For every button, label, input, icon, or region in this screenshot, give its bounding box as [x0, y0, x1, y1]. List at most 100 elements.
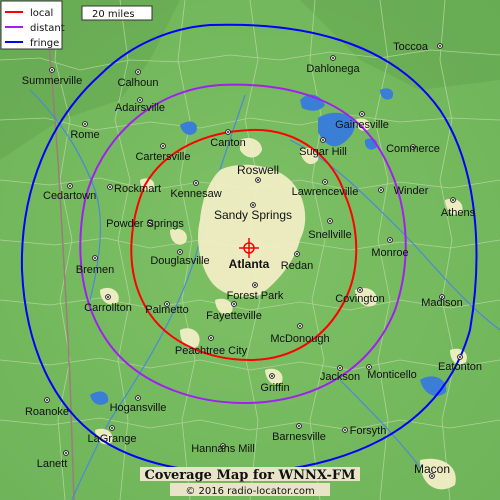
footer: Coverage Map for WNNX-FM © 2016 radio-lo…	[140, 467, 360, 497]
city-dot-center-icon	[361, 113, 363, 115]
city-dot-center-icon	[299, 325, 301, 327]
city-dot-center-icon	[162, 145, 164, 147]
city-macon[interactable]: Macon	[414, 462, 450, 479]
legend-label-distant: distant	[30, 23, 65, 34]
city-dot-center-icon	[459, 356, 461, 358]
city-dot-center-icon	[137, 397, 139, 399]
city-dot-center-icon	[359, 289, 361, 291]
scale-bar: 20 miles	[81, 5, 153, 21]
city-dot-center-icon	[233, 303, 235, 305]
city-dot-center-icon	[111, 427, 113, 429]
city-label: Hannahs Mill	[191, 443, 255, 455]
city-atlanta[interactable]: Atlanta	[229, 257, 270, 271]
city-label: Cedartown	[43, 190, 96, 202]
city-dot-center-icon	[368, 366, 370, 368]
city-label: Roanoke	[25, 406, 69, 418]
copyright-text: © 2016 radio-locator.com	[185, 486, 314, 497]
city-label: Summerville	[22, 75, 83, 87]
city-dot-center-icon	[179, 251, 181, 253]
city-label: Forest Park	[227, 290, 284, 302]
city-label: Gainesville	[335, 119, 389, 131]
city-label: Forsyth	[350, 425, 387, 437]
city-label: Atlanta	[229, 257, 270, 271]
city-label: Eatonton	[438, 361, 482, 373]
city-label: Madison	[421, 297, 463, 309]
city-label: Peachtree City	[175, 345, 248, 357]
city-label: Fayetteville	[206, 310, 262, 322]
city-dot-center-icon	[252, 204, 254, 206]
city-label: Bremen	[76, 264, 115, 276]
city-label: Canton	[210, 137, 245, 149]
city-dot-center-icon	[344, 429, 346, 431]
city-madison[interactable]: Madison	[421, 294, 463, 309]
city-dot-center-icon	[65, 452, 67, 454]
city-dot-center-icon	[380, 189, 382, 191]
city-dot-center-icon	[324, 181, 326, 183]
city-label: Barnesville	[272, 431, 326, 443]
city-label: Snellville	[308, 229, 351, 241]
city-label: Monroe	[371, 247, 408, 259]
scale-label: 20 miles	[92, 9, 135, 20]
city-label: Cartersville	[135, 151, 190, 163]
city-label: Jackson	[320, 371, 360, 383]
city-dot-center-icon	[298, 425, 300, 427]
city-dot-center-icon	[94, 257, 96, 259]
city-label: Rome	[70, 129, 99, 141]
city-dot-center-icon	[210, 337, 212, 339]
city-dot-center-icon	[84, 123, 86, 125]
city-dot-center-icon	[339, 367, 341, 369]
legend: local distant fringe	[0, 0, 65, 50]
city-label: LaGrange	[88, 433, 137, 445]
city-label: Lanett	[37, 458, 68, 470]
city-label: Covington	[335, 293, 385, 305]
city-dot-center-icon	[296, 253, 298, 255]
legend-label-fringe: fringe	[30, 38, 59, 49]
city-commerce[interactable]: Commerce	[386, 143, 440, 155]
city-label: Roswell	[237, 163, 279, 177]
city-dot-center-icon	[254, 284, 256, 286]
city-label: Sandy Springs	[214, 208, 292, 222]
city-dot-center-icon	[257, 179, 259, 181]
map-title: Coverage Map for WNNX-FM	[144, 468, 355, 483]
legend-label-local: local	[30, 8, 53, 19]
city-label: Douglasville	[150, 255, 209, 267]
city-forsyth[interactable]: Forsyth	[342, 425, 387, 437]
city-dot-center-icon	[109, 186, 111, 188]
city-dot-center-icon	[195, 182, 197, 184]
city-dot-center-icon	[227, 131, 229, 133]
city-dot-center-icon	[137, 71, 139, 73]
city-label: Commerce	[386, 143, 440, 155]
city-label: Calhoun	[118, 77, 159, 89]
city-dot-center-icon	[322, 139, 324, 141]
city-powder-springs[interactable]: Powder Springs	[106, 218, 184, 230]
city-label: McDonough	[270, 333, 329, 345]
city-label: Rockmart	[114, 183, 161, 195]
city-dot-center-icon	[329, 220, 331, 222]
coverage-map[interactable]: Toccoa Dahlonega Summerville Calhoun Adairsv…	[0, 0, 500, 500]
city-label: Sugar Hill	[299, 146, 347, 158]
city-dot-center-icon	[139, 99, 141, 101]
city-dot-center-icon	[46, 399, 48, 401]
city-label: Lawrenceville	[292, 186, 359, 198]
city-hannahs-mill[interactable]: Hannahs Mill	[191, 443, 255, 455]
city-dot-center-icon	[69, 185, 71, 187]
city-dot-center-icon	[452, 199, 454, 201]
city-dot-center-icon	[51, 69, 53, 71]
city-dot-center-icon	[107, 296, 109, 298]
city-palmetto[interactable]: Palmetto	[145, 301, 189, 316]
city-label: Kennesaw	[170, 188, 221, 200]
city-dot-center-icon	[389, 239, 391, 241]
city-label: Toccoa	[393, 41, 429, 53]
city-dot-center-icon	[332, 57, 334, 59]
city-label: Monticello	[367, 369, 417, 381]
city-dot-center-icon	[439, 45, 441, 47]
city-label: Dahlonega	[306, 63, 360, 75]
city-label: Hogansville	[110, 402, 167, 414]
city-dot-center-icon	[271, 375, 273, 377]
city-rockmart[interactable]: Rockmart	[107, 183, 161, 195]
city-label: Palmetto	[145, 304, 188, 316]
city-label: Macon	[414, 462, 450, 476]
city-label: Carrollton	[84, 302, 132, 314]
city-label: Athens	[441, 207, 476, 219]
city-label: Adairsville	[115, 102, 165, 114]
